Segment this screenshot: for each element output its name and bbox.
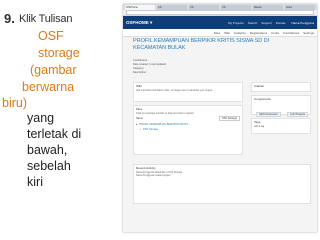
step-lead-text: Klik Tulisan (19, 13, 73, 25)
add-component-button[interactable]: Add Component (256, 112, 281, 117)
subnav-wiki[interactable]: Wiki (224, 31, 230, 35)
black-line-1: yang (27, 111, 55, 125)
nav-links: My Projects Search Support Donate (160, 21, 285, 25)
black-line-2: terletak di (27, 127, 82, 141)
orange-line-5: biru) (2, 96, 28, 110)
citation-title[interactable]: Citation (252, 83, 310, 89)
orange-line-2: storage (38, 46, 80, 60)
citation-panel: Citation (251, 82, 311, 92)
black-line-3: bawah, (27, 143, 68, 157)
folder-icon: ▸ (136, 123, 138, 126)
subnav-contributors[interactable]: Contributors (283, 31, 299, 35)
files-header-row: Name OSF Storage (134, 115, 242, 122)
osf-navbar: OSFHOME ▾ My Projects Search Support Don… (123, 16, 317, 29)
subnav-analytics[interactable]: Analytics (234, 31, 246, 35)
meta-category: Category: (133, 67, 145, 70)
link-projects-button[interactable]: Link Projects (287, 112, 309, 117)
user-menu[interactable]: Nama Pengguna (291, 21, 314, 25)
activity-panel: Recent Activity Nama Pengguna added file… (133, 164, 311, 204)
osf-screenshot: OSFHome CS CS CS Rekam Inbox OSFHOME ▾ M… (123, 4, 317, 232)
tags-input[interactable]: Add a tag (252, 125, 310, 128)
components-panel: Components Add Component Link Projects (251, 95, 311, 117)
meta-dates: Date created: | Last updated: (133, 63, 167, 66)
url-field[interactable] (126, 10, 314, 15)
wiki-panel: Wiki Add important information, links, o… (133, 82, 243, 102)
project-subnav: Files Wiki Analytics Registrations Forks… (123, 29, 317, 37)
nav-my-projects[interactable]: My Projects (228, 21, 244, 25)
files-filter-dropdown[interactable]: OSF Storage (218, 116, 240, 121)
osf-logo[interactable]: OSFHOME ▾ (126, 20, 152, 26)
orange-line-4: berwarna (22, 80, 75, 94)
meta-description: Description: (133, 71, 147, 74)
subnav-forks[interactable]: Forks (271, 31, 279, 35)
meta-contributors: Contributors: (133, 59, 148, 62)
step-number: 9. (4, 11, 15, 26)
wiki-text: Add important information, links, or ima… (136, 89, 213, 92)
activity-item: Nama Pengguna created project (136, 174, 171, 177)
subnav-registrations[interactable]: Registrations (250, 31, 268, 35)
project-title: PROFIL KEMAMPUAN BERPIKIR KRITIS SISWA S… (133, 38, 269, 51)
orange-line-3: (gambar (30, 63, 77, 77)
nav-donate[interactable]: Donate (276, 21, 286, 25)
subnav-files[interactable]: Files (214, 31, 220, 35)
osf-storage-link[interactable]: OSF Storage (143, 128, 158, 131)
files-panel: Files Click on a storage provider or dra… (133, 105, 243, 155)
tags-panel: Tags Add a tag (251, 118, 311, 134)
osf-storage-row[interactable]: ▪ OSF Storage (134, 127, 242, 132)
file-row-label[interactable]: PROFIL KEMAMPUAN BERPIKIR KRITIS... (139, 123, 190, 126)
orange-line-1: OSF (38, 29, 64, 43)
black-line-4: sebelah (27, 159, 71, 173)
black-line-5: kiri (27, 175, 43, 189)
storage-icon: ▪ (140, 128, 141, 131)
nav-search[interactable]: Search (248, 21, 258, 25)
subnav-settings[interactable]: Settings (303, 31, 314, 35)
files-name-label: Name (136, 117, 143, 120)
nav-support[interactable]: Support (261, 21, 272, 25)
